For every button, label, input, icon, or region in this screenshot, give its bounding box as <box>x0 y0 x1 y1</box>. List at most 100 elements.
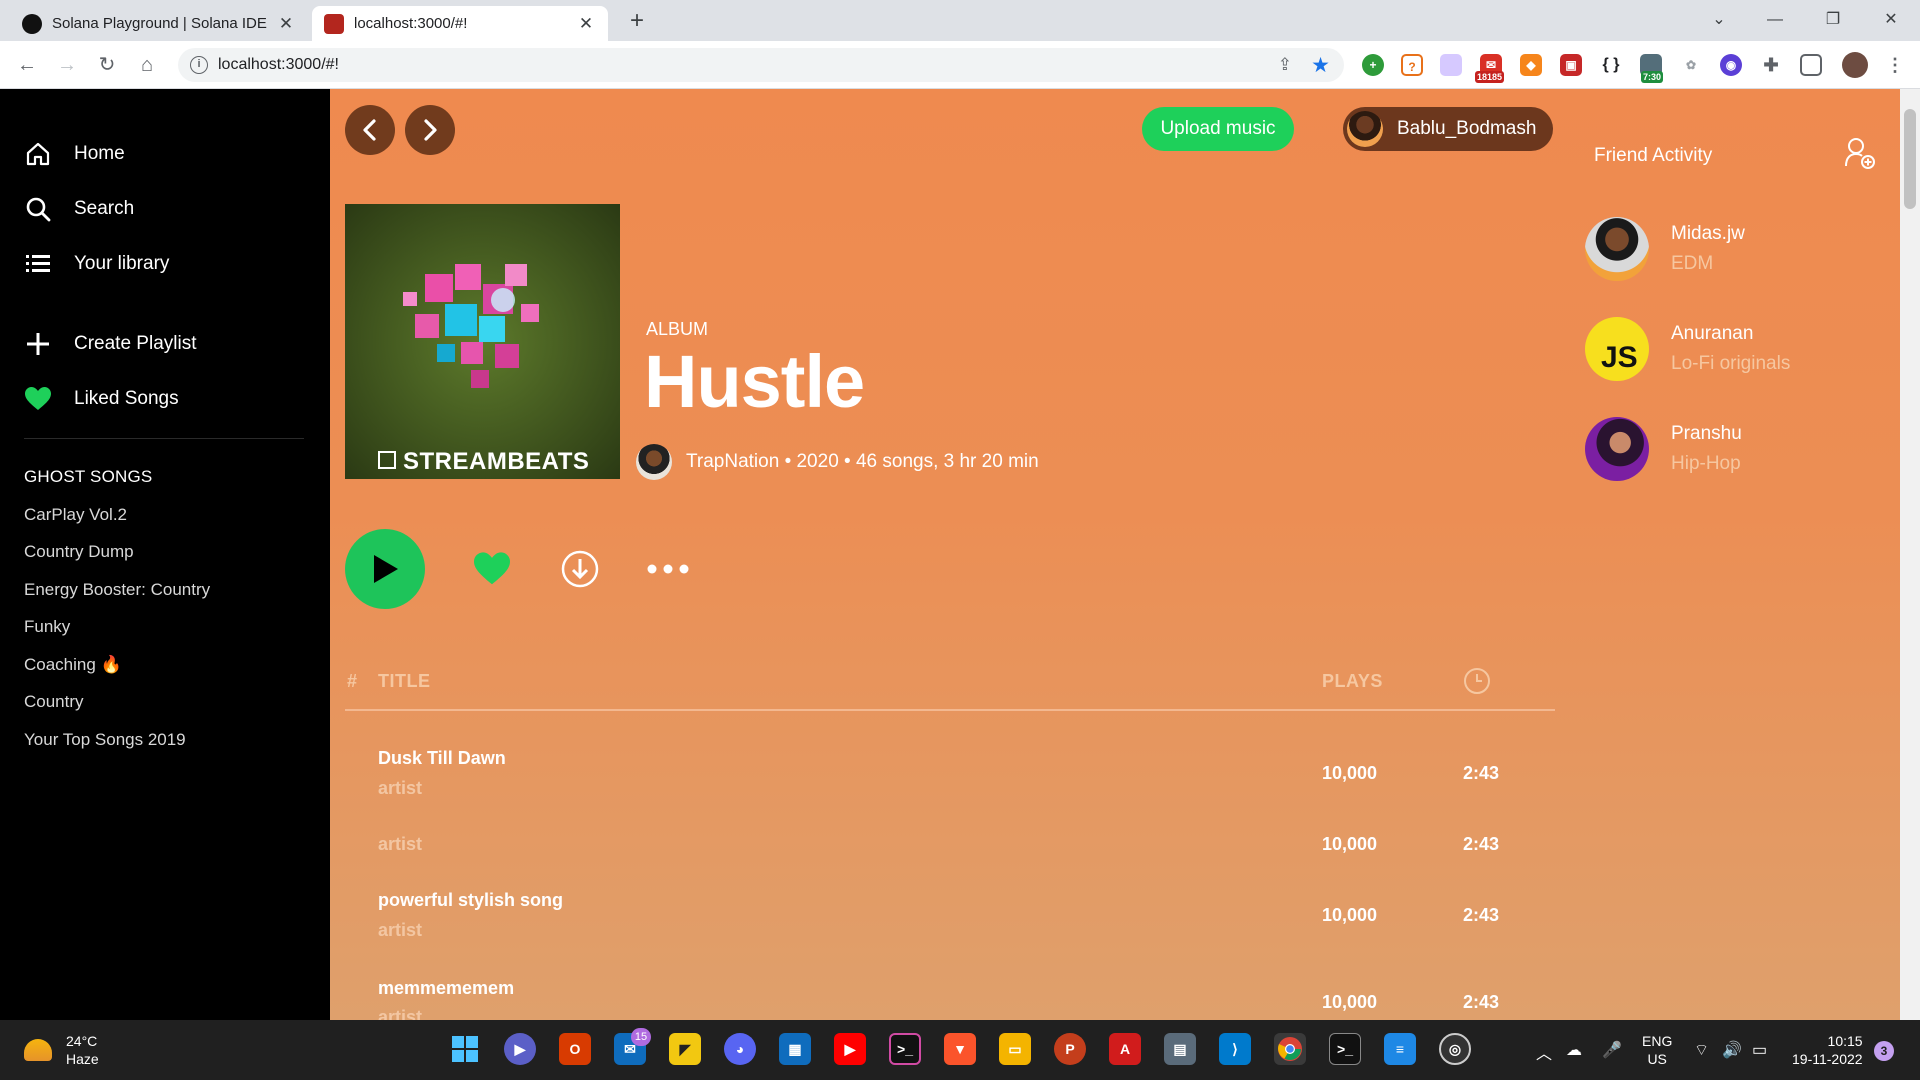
playlist-item[interactable]: Funky <box>24 617 70 637</box>
battery-icon[interactable]: ▭ <box>1752 1040 1767 1060</box>
home-button-icon[interactable]: ⌂ <box>134 52 160 78</box>
extension-purple-icon[interactable] <box>1440 54 1462 76</box>
track-artist[interactable]: artist <box>378 920 422 941</box>
track-duration: 2:43 <box>1463 992 1500 1012</box>
nav-library[interactable]: Your library <box>24 250 169 278</box>
playlist-item[interactable]: Your Top Songs 2019 <box>24 730 186 750</box>
artist-avatar <box>636 444 672 480</box>
brave-icon[interactable]: ▼ <box>944 1033 976 1065</box>
col-title-header[interactable]: TITLE <box>378 671 431 692</box>
reload-icon[interactable]: ↻ <box>94 52 120 78</box>
friend-item[interactable]: Pranshu Hip-Hop <box>1585 417 1742 481</box>
close-tab-icon[interactable]: ✕ <box>276 14 296 34</box>
onedrive-icon[interactable]: ☁ <box>1566 1040 1582 1060</box>
calculator-icon[interactable]: ▤ <box>1164 1033 1196 1065</box>
extension-circle-icon[interactable]: ◉ <box>1720 54 1742 76</box>
add-friend-icon[interactable] <box>1843 136 1877 175</box>
calendar-icon[interactable]: ▦ <box>779 1033 811 1065</box>
extension-orange-icon[interactable]: ? <box>1401 54 1423 76</box>
side-panel-icon[interactable] <box>1800 54 1822 76</box>
back-icon[interactable]: ← <box>14 52 40 78</box>
user-menu-button[interactable]: Bablu_Bodmash <box>1343 107 1553 151</box>
site-info-icon[interactable]: i <box>190 56 208 74</box>
start-button[interactable] <box>449 1033 481 1065</box>
col-duration-header[interactable] <box>1463 667 1491 700</box>
clock-time: 10:15 <box>1827 1033 1863 1049</box>
col-plays-header[interactable]: PLAYS <box>1322 671 1383 692</box>
download-button[interactable] <box>560 549 600 589</box>
extension-grey-icon[interactable]: ✿ <box>1680 54 1702 76</box>
discord-icon[interactable]: ◕ <box>724 1033 756 1065</box>
browser-tab-solana[interactable]: Solana Playground | Solana IDE ✕ <box>10 6 308 41</box>
browser-menu-icon[interactable]: ⋮ <box>1884 54 1906 76</box>
nav-label: Your library <box>74 253 170 274</box>
heart-icon <box>24 385 52 413</box>
lang-line-1: ENG <box>1642 1033 1673 1049</box>
extension-red-icon[interactable]: ▣ <box>1560 54 1582 76</box>
forward-button[interactable] <box>405 105 455 155</box>
profile-avatar[interactable] <box>1842 52 1868 78</box>
extension-plus-icon[interactable]: + <box>1362 54 1384 76</box>
terminal-icon[interactable]: >_ <box>1329 1033 1361 1065</box>
track-title: Dusk Till Dawn <box>378 748 506 768</box>
playlist-item[interactable]: Coaching 🔥 <box>24 655 122 675</box>
playlist-item[interactable]: CarPlay Vol.2 <box>24 505 127 525</box>
chrome-icon[interactable] <box>1274 1033 1306 1065</box>
sticky-notes-icon[interactable]: ◤ <box>669 1033 701 1065</box>
play-button[interactable] <box>345 529 425 609</box>
json-extension-icon[interactable]: { } <box>1600 54 1622 76</box>
metamask-icon[interactable]: ◆ <box>1520 54 1542 76</box>
tab-search-icon[interactable]: ⌄ <box>1690 0 1748 41</box>
restore-button[interactable]: ❐ <box>1804 0 1862 41</box>
clock[interactable]: 10:15 19-11-2022 <box>1792 1032 1863 1068</box>
bookmark-star-icon[interactable]: ★ <box>1311 53 1330 78</box>
microphone-icon[interactable]: 🎤 <box>1602 1040 1622 1060</box>
file-explorer-icon[interactable]: ▭ <box>999 1033 1031 1065</box>
address-bar[interactable]: i localhost:3000/#! ⇪ ★ <box>178 48 1344 82</box>
close-tab-icon[interactable]: ✕ <box>576 14 596 34</box>
more-options-button[interactable] <box>646 549 690 589</box>
playlist-item[interactable]: Country Dump <box>24 542 134 562</box>
liked-songs-button[interactable]: Liked Songs <box>24 385 179 413</box>
vscode-icon[interactable]: ⟩ <box>1219 1033 1251 1065</box>
track-title: powerful stylish song <box>378 890 564 910</box>
create-playlist-button[interactable]: Create Playlist <box>24 330 197 358</box>
notification-count-badge[interactable]: 3 <box>1874 1041 1894 1061</box>
share-icon[interactable]: ⇪ <box>1278 55 1292 75</box>
scrollbar-thumb[interactable] <box>1904 109 1916 209</box>
wifi-icon[interactable]: ⌔ <box>1694 1040 1709 1060</box>
friend-item[interactable]: Midas.jw EDM <box>1585 217 1745 281</box>
browser-tab-localhost[interactable]: localhost:3000/#! ✕ <box>312 6 608 41</box>
nav-search[interactable]: Search <box>24 195 134 223</box>
playlist-item[interactable]: Country <box>24 692 84 712</box>
page-scrollbar[interactable] <box>1900 89 1920 1020</box>
language-indicator[interactable]: ENG US <box>1642 1032 1672 1068</box>
friend-item[interactable]: JS Anuranan Lo-Fi originals <box>1585 317 1790 381</box>
notepad-icon[interactable]: ≡ <box>1384 1033 1416 1065</box>
nav-home[interactable]: Home <box>24 140 125 168</box>
powerpoint-icon[interactable]: P <box>1054 1033 1086 1065</box>
track-artist[interactable]: artist <box>378 834 422 855</box>
terminal-app-icon[interactable]: >_ <box>889 1033 921 1065</box>
playlist-item[interactable]: Energy Booster: Country <box>24 580 210 600</box>
weather-widget[interactable]: 24°C Haze <box>24 1032 99 1068</box>
youtube-icon[interactable]: ▶ <box>834 1033 866 1065</box>
forward-icon[interactable]: → <box>54 52 80 78</box>
acrobat-icon[interactable]: A <box>1109 1033 1141 1065</box>
close-window-button[interactable]: ✕ <box>1862 0 1920 41</box>
minimize-button[interactable]: — <box>1746 0 1804 41</box>
tray-overflow-icon[interactable]: ︿ <box>1536 1040 1552 1064</box>
extensions-puzzle-icon[interactable]: ✚ <box>1760 54 1782 76</box>
friend-avatar <box>1585 417 1649 481</box>
volume-icon[interactable]: 🔊 <box>1722 1040 1742 1060</box>
back-button[interactable] <box>345 105 395 155</box>
track-plays: 10,000 <box>1322 992 1378 1012</box>
like-album-button[interactable] <box>472 549 512 589</box>
track-artist[interactable]: artist <box>378 1007 422 1020</box>
teams-chat-icon[interactable]: ▶ <box>504 1033 536 1065</box>
new-tab-button[interactable]: + <box>622 6 652 36</box>
track-artist[interactable]: artist <box>378 778 422 799</box>
obs-icon[interactable]: ◎ <box>1439 1033 1471 1065</box>
upload-music-button[interactable]: Upload music <box>1142 107 1294 151</box>
office-icon[interactable]: O <box>559 1033 591 1065</box>
